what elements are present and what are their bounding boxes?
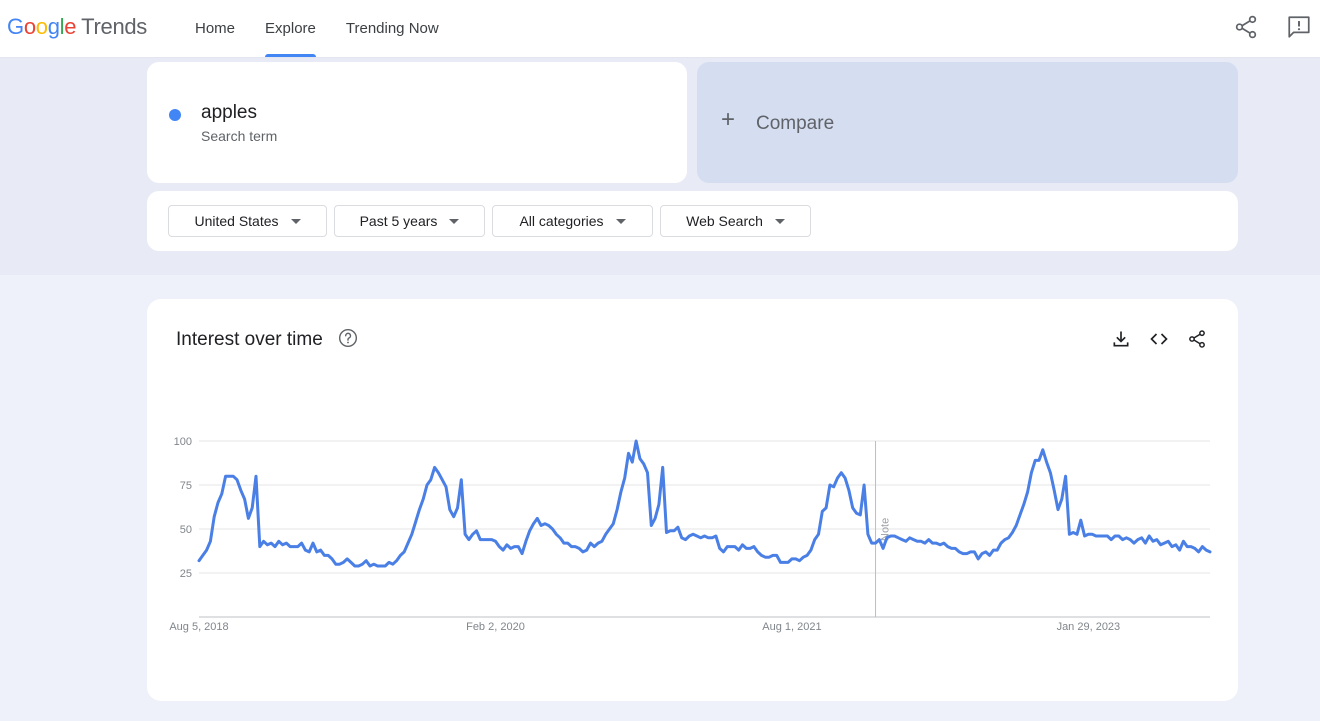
main-nav: Home Explore Trending Now bbox=[180, 0, 454, 57]
nav-trending-now[interactable]: Trending Now bbox=[331, 0, 454, 57]
feedback-icon[interactable] bbox=[1286, 14, 1312, 40]
dropdown-arrow-icon bbox=[774, 218, 785, 224]
search-term-type: Search term bbox=[201, 128, 278, 144]
x-tick-label: Aug 5, 2018 bbox=[169, 621, 228, 633]
top-app-bar: Google Trends Home Explore Trending Now bbox=[0, 0, 1320, 58]
compare-button[interactable]: + Compare bbox=[697, 62, 1238, 183]
filter-bar: United States Past 5 years All categorie… bbox=[147, 191, 1238, 251]
logo-product-name: Trends bbox=[81, 14, 148, 39]
y-tick-label: 75 bbox=[180, 480, 192, 492]
filter-time-label: Past 5 years bbox=[359, 213, 438, 229]
y-tick-label: 50 bbox=[180, 524, 192, 536]
nav-home[interactable]: Home bbox=[180, 0, 250, 57]
interest-line-chart[interactable]: 25 50 75 100 Aug 5, 2018 Feb 2, 2020 Aug 1, 20… bbox=[147, 299, 1238, 659]
google-trends-logo[interactable]: Google Trends bbox=[7, 14, 147, 40]
filter-search-type[interactable]: Web Search bbox=[660, 205, 811, 237]
filter-search-type-label: Web Search bbox=[686, 213, 763, 229]
dropdown-arrow-icon bbox=[615, 218, 626, 224]
interest-over-time-card: Interest over time 25 50 75 100 Aug 5, 2018 F… bbox=[147, 299, 1238, 701]
term-color-dot bbox=[169, 109, 181, 121]
y-tick-label: 25 bbox=[180, 568, 192, 580]
compare-label: Compare bbox=[756, 113, 835, 134]
dropdown-arrow-icon bbox=[449, 218, 460, 224]
share-icon[interactable] bbox=[1233, 14, 1259, 40]
filter-category[interactable]: All categories bbox=[492, 205, 653, 237]
search-term-card[interactable]: apples Search term bbox=[147, 62, 687, 183]
plus-icon: + bbox=[721, 106, 736, 133]
filter-time-range[interactable]: Past 5 years bbox=[334, 205, 485, 237]
y-tick-label: 100 bbox=[174, 436, 192, 448]
filter-category-label: All categories bbox=[519, 213, 604, 229]
dropdown-arrow-icon bbox=[290, 218, 301, 224]
series-line-apples[interactable] bbox=[197, 439, 1212, 568]
search-term-name[interactable]: apples bbox=[201, 102, 257, 124]
nav-explore[interactable]: Explore bbox=[250, 0, 331, 57]
x-tick-label: Aug 1, 2021 bbox=[762, 621, 821, 633]
filter-region-label: United States bbox=[194, 213, 279, 229]
x-tick-label: Feb 2, 2020 bbox=[466, 621, 525, 633]
filter-region[interactable]: United States bbox=[168, 205, 327, 237]
x-tick-label: Jan 29, 2023 bbox=[1057, 621, 1121, 633]
